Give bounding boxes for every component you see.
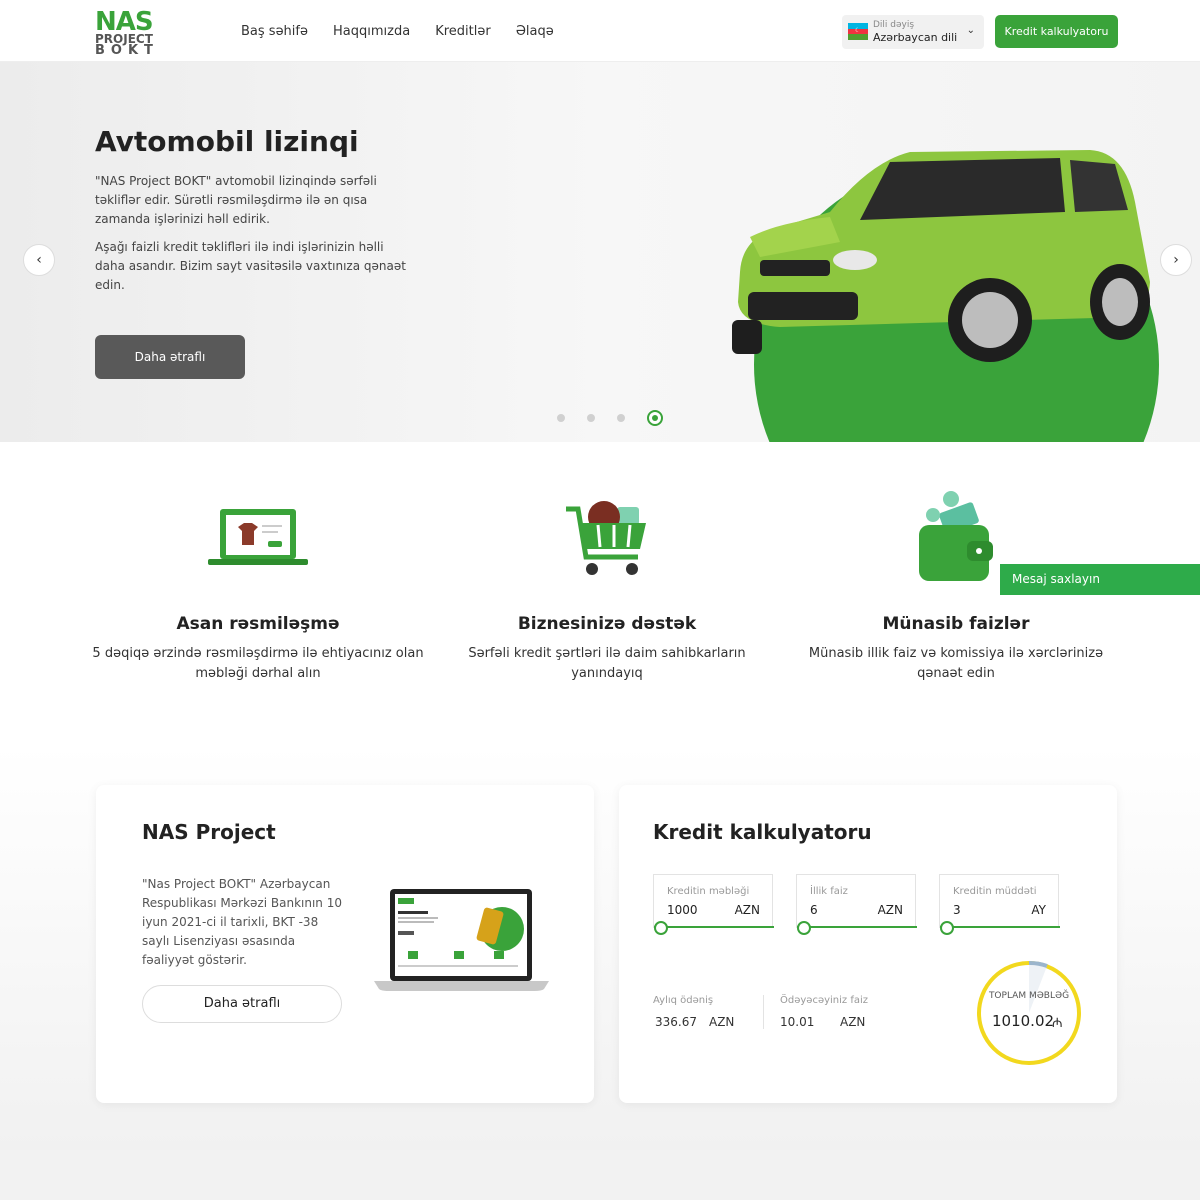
chevron-down-icon: ⌄ (966, 25, 975, 36)
laptop-preview-image (374, 889, 549, 991)
slider-handle[interactable] (654, 921, 668, 935)
interest-value: 10.01 (780, 1015, 815, 1029)
language-value: Azərbaycan dili (873, 31, 958, 44)
slider-dot-active[interactable] (647, 410, 663, 426)
credit-calculator-button[interactable]: Kredit kalkulyatoru (995, 15, 1118, 48)
azerbaijan-flag-icon: ☾ (848, 23, 868, 40)
site-header: NAS PROJECT BOKT Baş səhifə Haqqımızda K… (0, 0, 1200, 62)
loan-term-field[interactable]: Kreditin müddəti 3 AY (939, 874, 1060, 935)
logo[interactable]: NAS PROJECT BOKT (95, 9, 165, 58)
footer-band (0, 1150, 1200, 1200)
logo-line-bokt: BOKT (95, 43, 159, 58)
slider-handle[interactable] (940, 921, 954, 935)
about-text: "Nas Project BOKT" Azərbaycan Respublika… (142, 877, 342, 967)
shopping-cart-icon (437, 480, 777, 590)
main-nav: Baş səhifə Haqqımızda Kreditlər Əlaqə (241, 24, 554, 39)
feature-text: Münasib illik faiz və komissiya ilə xərc… (808, 646, 1104, 681)
leave-message-tab[interactable]: Mesaj saxlayın (1000, 564, 1200, 595)
about-title: NAS Project (142, 820, 276, 844)
nav-about[interactable]: Haqqımızda (333, 24, 410, 39)
monthly-payment-label: Aylıq ödəniş (653, 995, 714, 1006)
interest-unit: AZN (840, 1015, 866, 1029)
interest-to-pay: Ödəyəcəyiniz faiz 10.01 AZN (780, 995, 869, 1029)
interest-label: Ödəyəcəyiniz faiz (780, 995, 869, 1006)
slider-dot[interactable] (557, 414, 565, 422)
slider-handle[interactable] (797, 921, 811, 935)
hero-text-2: Aşağı faizli kredit təklifləri ilə indi … (95, 240, 406, 292)
total-amount-gauge: TOPLAM MƏBLƏĞ 1010.02 ₼ (976, 960, 1082, 1066)
stat-divider (763, 995, 764, 1029)
feature-text: 5 dəqiqə ərzində rəsmiləşdirmə ilə ehtiy… (92, 646, 424, 681)
hero-slider: Avtomobil lizinqi "NAS Project BOKT" avt… (0, 62, 1200, 442)
field-value: 1000 (667, 903, 698, 917)
about-card: NAS Project "Nas Project BOKT" Azərbayca… (96, 785, 594, 1103)
feature-text: Sərfəli kredit şərtləri ilə daim sahibka… (468, 646, 746, 681)
monthly-payment-value: 336.67 (655, 1015, 697, 1029)
field-label: İllik faiz (810, 886, 848, 897)
slider-dot[interactable] (617, 414, 625, 422)
field-value: 6 (810, 903, 818, 917)
total-value: 1010.02 (992, 1012, 1055, 1030)
slider-track[interactable] (940, 926, 1060, 928)
calculator-title: Kredit kalkulyatoru (653, 820, 872, 844)
slider-dot[interactable] (587, 414, 595, 422)
field-label: Kreditin müddəti (953, 886, 1037, 897)
nav-contact[interactable]: Əlaqə (516, 24, 554, 39)
slider-track[interactable] (654, 926, 774, 928)
hero-title: Avtomobil lizinqi (95, 125, 359, 158)
field-unit: AY (1031, 903, 1046, 917)
total-label: TOPLAM MƏBLƏĞ (988, 991, 1070, 1001)
language-label: Dili dəyiş (873, 20, 915, 30)
feature-title: Biznesinizə dəstək (517, 614, 697, 634)
slider-next-icon[interactable]: › (1160, 244, 1192, 276)
field-unit: AZN (734, 903, 760, 917)
manat-currency-icon: ₼ (1052, 1016, 1063, 1031)
feature-title: Asan rəsmiləşmə (176, 614, 340, 634)
field-unit: AZN (877, 903, 903, 917)
hero-more-button[interactable]: Daha ətraflı (95, 335, 245, 379)
credit-calculator-card: Kredit kalkulyatoru Kreditin məbləği 100… (619, 785, 1117, 1103)
slider-track[interactable] (797, 926, 917, 928)
about-more-button[interactable]: Daha ətraflı (142, 985, 342, 1023)
car-image (732, 150, 1150, 362)
feature-business-support: Biznesinizə dəstək Sərfəli kredit şərtlə… (437, 480, 777, 684)
slider-prev-icon[interactable]: ‹ (23, 244, 55, 276)
language-selector[interactable]: ☾ Dili dəyiş Azərbaycan dili ⌄ (842, 15, 984, 49)
feature-title: Münasib faizlər (882, 614, 1030, 634)
monthly-payment: Aylıq ödəniş 336.67 AZN (653, 995, 734, 1029)
field-value: 3 (953, 903, 961, 917)
loan-amount-field[interactable]: Kreditin məbləği 1000 AZN (653, 874, 774, 935)
nav-home[interactable]: Baş səhifə (241, 24, 308, 39)
field-label: Kreditin məbləği (667, 886, 750, 897)
laptop-shop-icon (88, 480, 428, 590)
hero-text-1: "NAS Project BOKT" avtomobil lizinqində … (95, 174, 377, 226)
feature-easy-registration: Asan rəsmiləşmə 5 dəqiqə ərzində rəsmilə… (88, 480, 428, 684)
slider-dots (557, 410, 663, 426)
annual-rate-field[interactable]: İllik faiz 6 AZN (796, 874, 917, 935)
nav-credits[interactable]: Kreditlər (435, 24, 491, 39)
monthly-payment-unit: AZN (709, 1015, 735, 1029)
